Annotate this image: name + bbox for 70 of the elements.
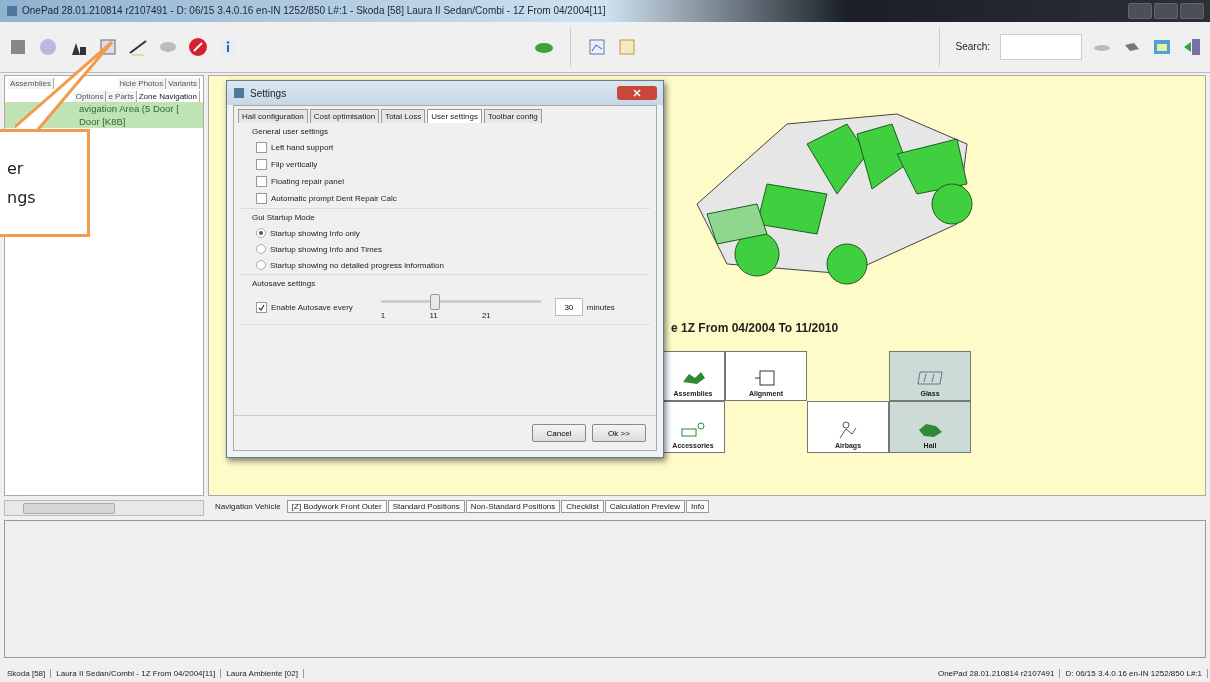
window-title: OnePad 28.01.210814 r2107491 - D: 06/15 3.4.0.16 en-IN 1252/850 L#:1 - Skoda [58] Laura II Sedan/Combi - 1Z From 04/2004[11] (22, 5, 606, 17)
part-icon (679, 419, 707, 440)
view-tab[interactable]: Navigation Vehicle (210, 499, 286, 513)
exit-icon[interactable] (1182, 36, 1202, 57)
panel-tab[interactable]: Variants (166, 77, 200, 89)
app-icon (6, 4, 18, 17)
dialog-button[interactable]: Ok >> (592, 424, 646, 442)
section-heading: Gui Startup Mode (252, 213, 316, 222)
option-label: Left hand support (271, 143, 334, 152)
view-tab[interactable]: Calculation Preview (604, 499, 685, 513)
maximize-button[interactable] (1154, 2, 1178, 19)
search-field[interactable] (1000, 33, 1082, 60)
status-text: Laura Ambiente [02] (221, 668, 304, 678)
panel-tab[interactable]: Assemblies (8, 77, 54, 89)
view-tab[interactable]: Non-Standard Positions (465, 499, 561, 513)
checkbox[interactable] (256, 176, 267, 187)
option-label: Flip vertically (271, 160, 318, 169)
panel-tab[interactable]: e Parts (106, 90, 137, 102)
status-text: Skoda [58] (2, 668, 52, 678)
search-label: Search: (955, 41, 990, 53)
radio-button[interactable] (256, 244, 266, 254)
tick-label: 11 (429, 311, 438, 320)
option-label: Startup showing no detailed progress information (270, 260, 444, 270)
section-heading: General user settings (252, 127, 330, 136)
dialog-tab[interactable]: Cost optimisation (309, 109, 380, 123)
frame-icon[interactable] (616, 36, 637, 57)
close-icon (633, 89, 641, 97)
dialog-button[interactable]: Cancel (532, 424, 586, 442)
view-tab[interactable]: Info (686, 499, 710, 513)
status-text: Laura II Sedan/Combi - 1Z From 04/2004[11] (51, 668, 222, 678)
tick-label: 21 (481, 311, 491, 320)
radio-button[interactable] (256, 228, 266, 238)
option-label: Enable Autosave every (271, 302, 353, 312)
option-label: Floating repair panel (271, 177, 344, 186)
checkbox[interactable] (256, 301, 267, 313)
info-icon[interactable] (218, 36, 238, 57)
dialog-tab[interactable]: User settings (427, 109, 482, 123)
slider-thumb[interactable] (429, 294, 440, 310)
section-heading: Autosave settings (252, 279, 317, 288)
dialog-tab[interactable]: Total Loss (381, 109, 426, 123)
close-button[interactable] (617, 86, 657, 100)
dialog-tab[interactable]: Hail configuration (238, 109, 308, 123)
option-label: Automatic prompt Dent Repair Calc (271, 194, 397, 203)
check-icon (258, 303, 265, 311)
panel-tab[interactable]: hicle Photos (117, 77, 167, 89)
callout-text: er (7, 159, 25, 178)
vehicle-heading: e 1Z From 04/2004 To 11/2010 (671, 320, 840, 335)
minutes-field[interactable]: 30 (554, 298, 583, 316)
checkbox[interactable] (256, 193, 267, 204)
checkbox[interactable] (256, 142, 267, 153)
status-text: D: 06/15 3.4.0.16 en-IN 1252/850 L#:1 (1060, 668, 1208, 678)
unit-label: minutes (586, 302, 615, 312)
dialog-title: Settings (250, 87, 287, 99)
view-tab[interactable]: [Z] Bodywork Front Outer (286, 499, 387, 513)
view-tab[interactable]: Standard Positions (387, 499, 465, 513)
option-label: Startup showing Info only (270, 228, 360, 238)
chart-icon[interactable] (586, 36, 607, 57)
close-button[interactable] (1180, 2, 1204, 19)
panel-tab[interactable]: Zone Navigation (136, 90, 200, 102)
panel-tab[interactable]: Options (73, 90, 107, 102)
minimize-button[interactable] (1128, 2, 1152, 19)
status-text: OnePad 28.01.210814 r2107491 (932, 668, 1061, 678)
callout-text: ngs (7, 188, 37, 207)
radio-button[interactable] (256, 260, 266, 270)
view-tab[interactable]: Checklist (561, 499, 604, 513)
checkbox[interactable] (256, 159, 267, 170)
option-label: Startup showing Info and Times (270, 244, 383, 254)
dialog-tab[interactable]: Toolbar config (483, 109, 542, 123)
tick-label: 1 (380, 311, 386, 320)
settings-icon (233, 87, 245, 99)
